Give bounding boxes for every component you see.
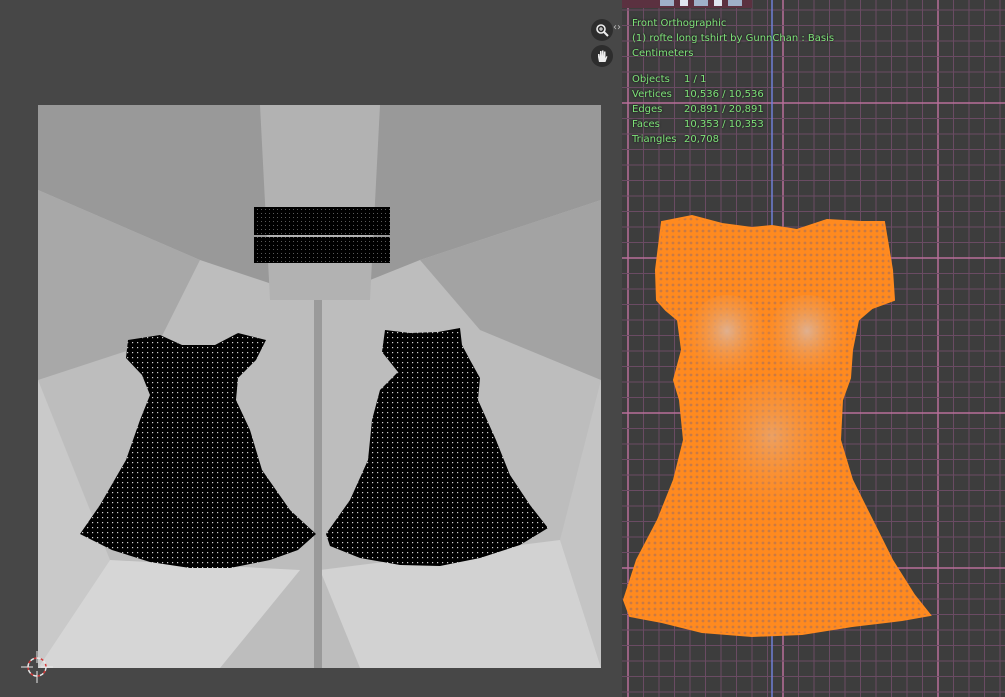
stat-label: Vertices <box>632 89 672 100</box>
stat-label: Triangles <box>632 134 677 145</box>
stat-row: Faces 10,353 / 10,353 <box>632 117 804 132</box>
scene-statistics: Objects 1 / 1 Vertices 10,536 / 10,536 Edg… <box>632 72 804 147</box>
stat-row: Triangles 20,708 <box>632 132 804 147</box>
chevron-icon[interactable]: ‹› <box>613 22 621 33</box>
stat-label: Edges <box>632 104 663 115</box>
stat-label: Faces <box>632 119 660 130</box>
stat-value: 10,536 / 10,536 <box>684 89 764 100</box>
units-label: Centimeters <box>632 48 694 59</box>
stat-row: Objects 1 / 1 <box>632 72 804 87</box>
stat-row: Vertices 10,536 / 10,536 <box>632 87 804 102</box>
view-name: Front Orthographic <box>632 18 727 29</box>
uv-island-sleeve[interactable] <box>254 207 390 263</box>
header-button[interactable] <box>660 0 674 6</box>
stat-value: 20,891 / 20,891 <box>684 104 764 115</box>
hand-icon[interactable] <box>591 45 613 67</box>
object-name: (1) rofte long tshirt by GunnChan : Basi… <box>632 33 835 44</box>
3d-viewport[interactable]: Front Orthographic (1) rofte long tshirt… <box>622 0 1005 697</box>
uv-editor-panel[interactable]: ‹› <box>0 0 622 697</box>
header-button[interactable] <box>714 0 722 6</box>
header-button[interactable] <box>728 0 742 6</box>
mesh-object[interactable] <box>622 214 932 638</box>
stat-label: Objects <box>632 74 670 85</box>
stat-value: 1 / 1 <box>684 74 707 85</box>
stat-value: 10,353 / 10,353 <box>684 119 764 130</box>
header-button[interactable] <box>680 0 688 6</box>
uv-texture-area <box>38 105 601 668</box>
viewport-header[interactable] <box>622 0 752 8</box>
header-button[interactable] <box>694 0 708 6</box>
viewport-text-overlay: Front Orthographic (1) rofte long tshirt… <box>632 16 834 61</box>
stat-row: Edges 20,891 / 20,891 <box>632 102 804 117</box>
zoom-icon[interactable] <box>591 19 613 41</box>
uv-canvas[interactable] <box>0 0 622 697</box>
stat-value: 20,708 <box>684 134 719 145</box>
